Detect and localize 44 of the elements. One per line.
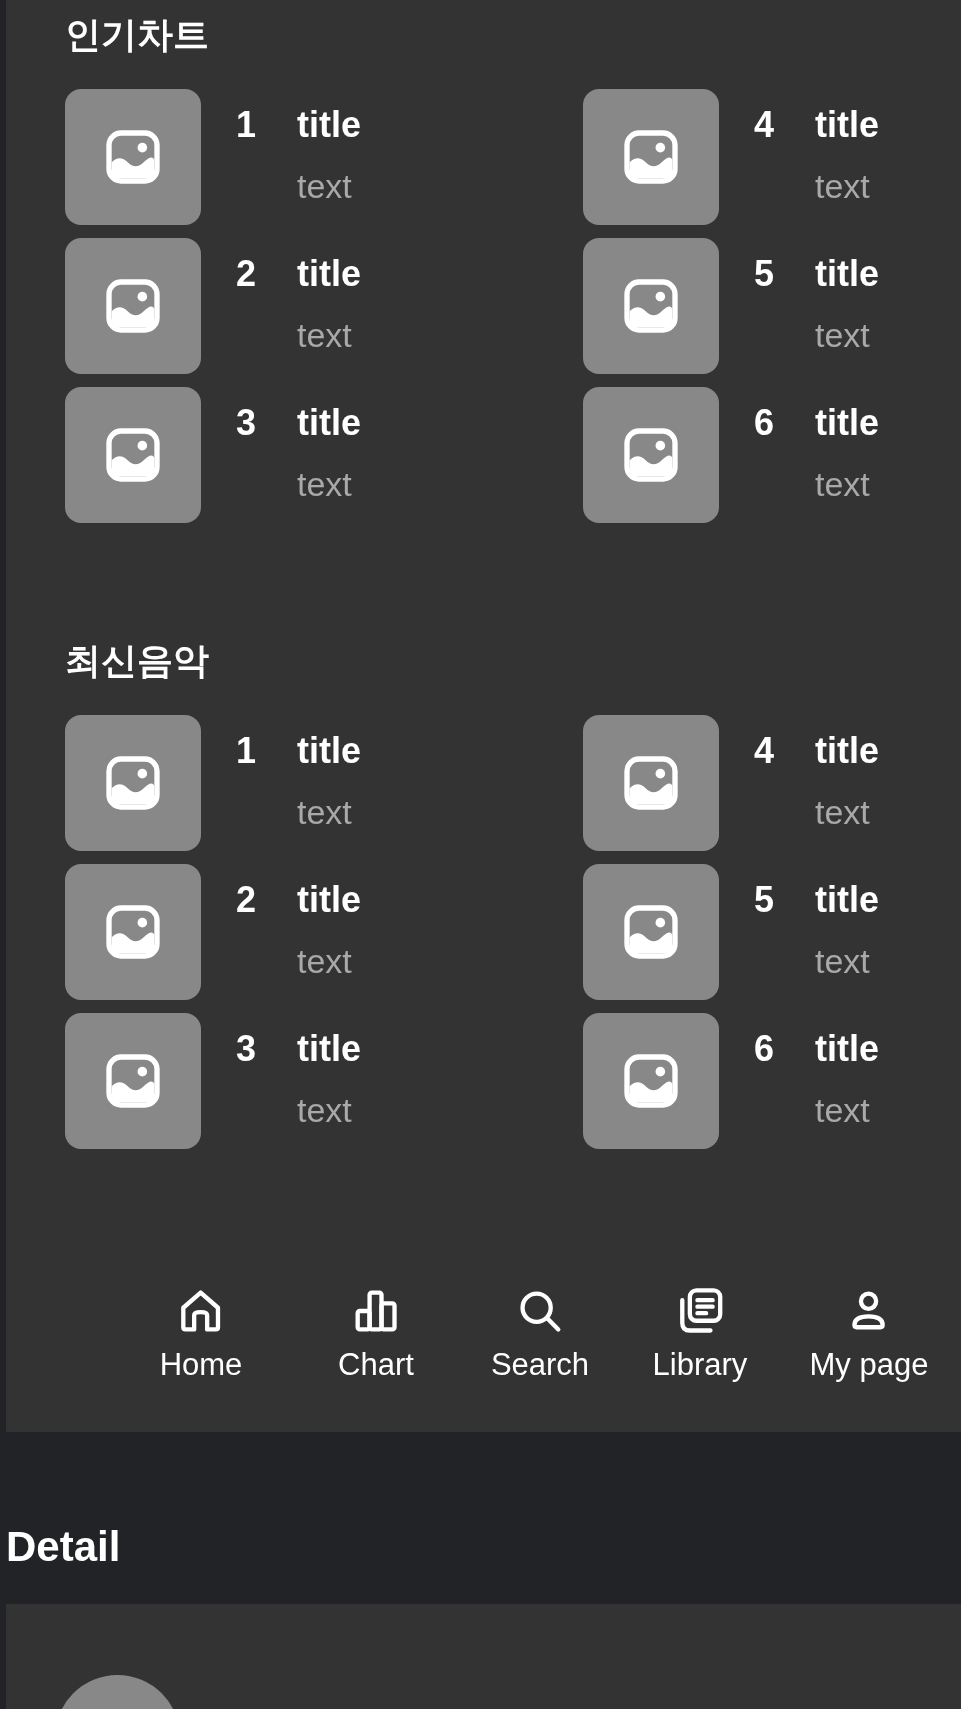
rank-number: 3 [236,1027,258,1071]
song-title: title [815,1027,879,1071]
song-subtitle: text [815,941,870,982]
song-title: title [815,878,879,922]
nav-tab[interactable]: My page [809,1285,929,1385]
song-subtitle: text [297,464,352,505]
song-title: title [297,1027,361,1071]
nav-tab[interactable]: Search [490,1285,590,1385]
song-title: title [297,103,361,147]
song-subtitle: text [815,166,870,207]
rank-number: 6 [754,1027,776,1071]
song-title: title [815,401,879,445]
song-subtitle: text [815,464,870,505]
song-subtitle: text [297,315,352,356]
song-title: title [297,729,361,773]
rank-number: 3 [236,401,258,445]
song-subtitle: text [815,1090,870,1131]
rank-number: 5 [754,252,776,296]
detail-heading: Detail [6,1522,122,1572]
nav-tab[interactable]: Library [652,1285,748,1385]
rank-number: 2 [236,878,258,922]
song-subtitle: text [297,1090,352,1131]
song-title: title [815,729,879,773]
song-subtitle: text [815,315,870,356]
song-title: title [815,252,879,296]
song-subtitle: text [297,166,352,207]
section-title: 최신음악 [65,639,210,683]
song-subtitle: text [815,792,870,833]
rank-number: 5 [754,878,776,922]
rank-number: 1 [236,103,258,147]
rank-number: 2 [236,252,258,296]
section-title: 인기차트 [65,13,210,57]
rank-number: 4 [754,729,776,773]
song-subtitle: text [297,792,352,833]
nav-tab[interactable]: Home [159,1285,243,1385]
rank-number: 1 [236,729,258,773]
nav-tab[interactable]: Chart [338,1285,414,1385]
song-title: title [297,401,361,445]
rank-number: 6 [754,401,776,445]
rank-number: 4 [754,103,776,147]
song-title: title [297,252,361,296]
song-title: title [815,103,879,147]
song-subtitle: text [297,941,352,982]
song-title: title [297,878,361,922]
